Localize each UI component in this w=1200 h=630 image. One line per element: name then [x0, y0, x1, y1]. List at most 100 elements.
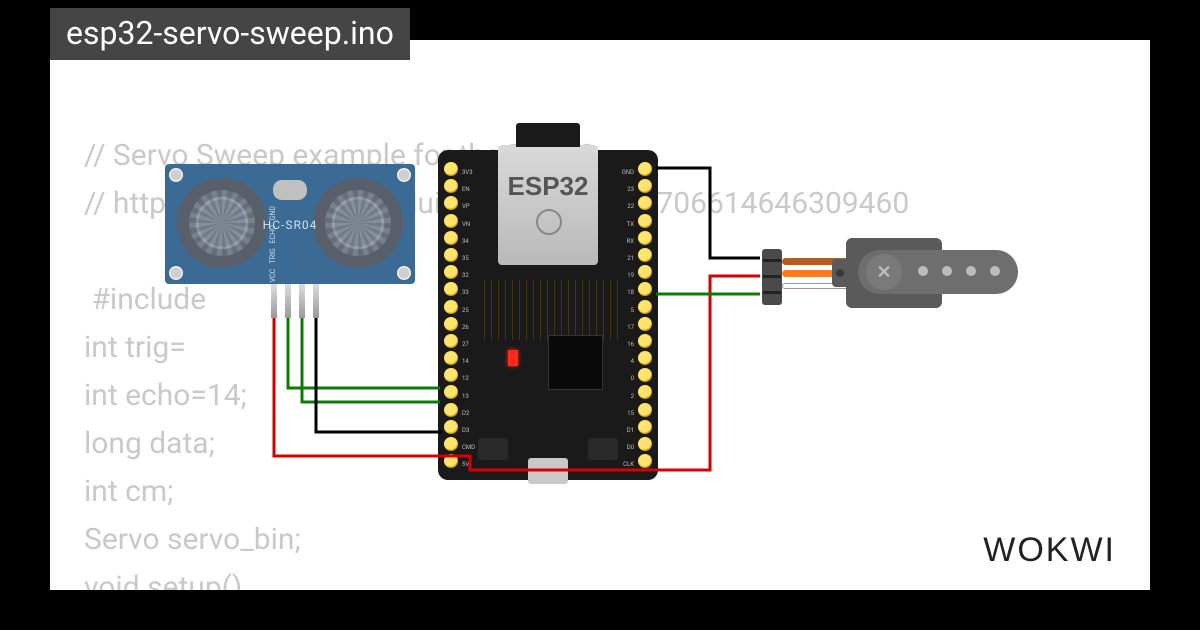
esp32-pin[interactable]: [638, 437, 652, 451]
esp32-pin[interactable]: [444, 368, 458, 382]
esp32-pin[interactable]: [444, 437, 458, 451]
wire-trig: [288, 318, 440, 388]
en-button[interactable]: [478, 438, 508, 460]
pin-label: 25: [462, 302, 475, 319]
esp32-pin[interactable]: [444, 300, 458, 314]
pin-label: 22: [622, 198, 634, 215]
esp32-pin[interactable]: [444, 196, 458, 210]
esp32-pin[interactable]: [444, 420, 458, 434]
esp32-left-pins: [444, 162, 458, 471]
esp32-pin[interactable]: [638, 231, 652, 245]
circuit-diagram: HC-SR04 VCC TRIG ECHO GND 3V3ENVPVN34353…: [50, 40, 1150, 590]
esp32-pin[interactable]: [638, 351, 652, 365]
esp32-pin[interactable]: [444, 265, 458, 279]
pin-label: D2: [462, 405, 475, 422]
esp32-right-pin-labels: GND2322TXRX2119185171640215D1D0CLK: [622, 164, 634, 474]
pin-label: TRIG: [269, 248, 277, 263]
esp32-pin[interactable]: [638, 214, 652, 228]
sensor-pin-labels: VCC TRIG ECHO GND: [269, 206, 277, 282]
pin-label: ECHO: [269, 225, 277, 243]
esp32-pin[interactable]: [444, 403, 458, 417]
pin-label: TX: [622, 216, 634, 233]
pin-label: VCC: [269, 268, 277, 282]
esp32-pin[interactable]: [444, 231, 458, 245]
usb-uart-chip-icon: [548, 335, 603, 390]
esp32-pin[interactable]: [444, 334, 458, 348]
esp32-pin[interactable]: [638, 282, 652, 296]
pin-label: 17: [622, 319, 634, 336]
micro-usb-port-icon: [528, 458, 568, 484]
pin-label: 33: [462, 284, 475, 301]
pin-label: GND: [622, 164, 634, 181]
mounting-hole-icon: [169, 266, 183, 280]
pin-label: VP: [462, 198, 475, 215]
esp32-pin[interactable]: [638, 196, 652, 210]
esp32-pin[interactable]: [638, 317, 652, 331]
esp32-pin[interactable]: [638, 385, 652, 399]
servo-screw-icon: ✕: [876, 262, 891, 283]
pin-label: D3: [462, 422, 475, 439]
pin-label: RX: [622, 233, 634, 250]
esp32-pin[interactable]: [444, 454, 458, 468]
pin-label: 27: [462, 336, 475, 353]
pin-label: 19: [622, 267, 634, 284]
esp32-rf-shield: ESP32: [498, 145, 598, 265]
esp32-pin[interactable]: [444, 248, 458, 262]
sensor-label: HC-SR04: [165, 218, 415, 232]
esp32-chip-label: ESP32: [498, 171, 598, 202]
esp32-pin[interactable]: [444, 162, 458, 176]
esp32-right-pins: [638, 162, 652, 471]
crystal-icon: [273, 180, 307, 200]
esp32-pin[interactable]: [444, 351, 458, 365]
mounting-hole-icon: [397, 266, 411, 280]
pin-label: D0: [622, 439, 634, 456]
esp32-pin[interactable]: [638, 368, 652, 382]
esp32-pin[interactable]: [444, 282, 458, 296]
pin-label: D1: [622, 422, 634, 439]
pin-label: 5V: [462, 456, 475, 473]
esp32-pin[interactable]: [638, 403, 652, 417]
pin-label: CMD: [462, 439, 475, 456]
pin-label: CLK: [622, 456, 634, 473]
esp32-pin[interactable]: [638, 248, 652, 262]
pin-label: 26: [462, 319, 475, 336]
pin-label: 32: [462, 267, 475, 284]
pin-label: 14: [462, 353, 475, 370]
esp32-pin[interactable]: [638, 162, 652, 176]
esp32-pin[interactable]: [638, 300, 652, 314]
espressif-logo-icon: [536, 209, 562, 235]
esp32-pin[interactable]: [638, 265, 652, 279]
antenna-icon: [516, 123, 580, 147]
esp32-pin[interactable]: [444, 179, 458, 193]
pin-label: 12: [462, 370, 475, 387]
pin-label: 35: [462, 250, 475, 267]
esp32-pin[interactable]: [638, 454, 652, 468]
pin-label: 18: [622, 284, 634, 301]
esp32-pin[interactable]: [638, 179, 652, 193]
pin-label: 5: [622, 302, 634, 319]
sensor-header-pins: [271, 284, 319, 318]
servo-connector: [762, 249, 782, 305]
pin-label: 16: [622, 336, 634, 353]
esp32-pin[interactable]: [444, 214, 458, 228]
file-title-tab: esp32-servo-sweep.ino: [50, 8, 410, 60]
pin-label: VN: [462, 216, 475, 233]
esp32-pin[interactable]: [638, 334, 652, 348]
power-led-icon: [508, 350, 518, 366]
esp32-pin[interactable]: [444, 385, 458, 399]
pin-label: 15: [622, 405, 634, 422]
esp32-pin[interactable]: [638, 420, 652, 434]
hc-sr04-sensor[interactable]: HC-SR04 VCC TRIG ECHO GND: [165, 164, 415, 284]
mounting-hole-icon: [169, 168, 183, 182]
pin-label: 34: [462, 233, 475, 250]
pin-label: 13: [462, 388, 475, 405]
wire-echo: [302, 318, 440, 402]
pin-label: 3V3: [462, 164, 475, 181]
pin-label: EN: [462, 181, 475, 198]
pcb-traces-icon: [478, 280, 618, 340]
esp32-pin[interactable]: [444, 317, 458, 331]
boot-button[interactable]: [588, 438, 618, 460]
servo-mount-tab-icon: [832, 259, 848, 287]
esp32-devkit[interactable]: 3V3ENVPVN34353233252627141213D2D3CMD5V G…: [438, 150, 658, 480]
pin-label: 0: [622, 370, 634, 387]
